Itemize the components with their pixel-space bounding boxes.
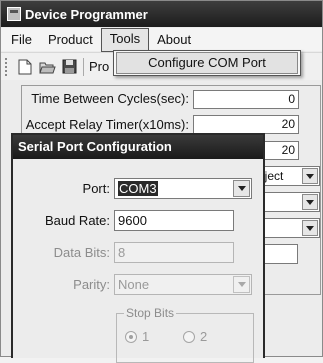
parity-value: None	[118, 277, 150, 292]
accept-relay-timer-field[interactable]: 20	[193, 115, 299, 134]
port-label: Port:	[82, 181, 110, 196]
main-window: Device Programmer File Product Tools Abo…	[0, 0, 323, 363]
port-chevron-down-icon[interactable]	[233, 180, 250, 197]
accept-relay-timer-label: Accept Relay Timer(x10ms):	[25, 117, 189, 132]
menu-bar: File Product Tools About	[1, 27, 322, 52]
stop-bits-1-label: 1	[142, 329, 150, 344]
time-between-cycles-field[interactable]: 0	[193, 90, 299, 109]
app-icon	[7, 7, 21, 21]
menu-file[interactable]: File	[3, 29, 40, 51]
stop-bits-1-radio[interactable]	[125, 331, 137, 343]
tools-dropdown-menu: Configure COM Port	[113, 50, 301, 76]
save-icon[interactable]	[58, 56, 80, 78]
data-bits-label: Data Bits:	[53, 245, 110, 260]
window-title: Device Programmer	[25, 6, 148, 22]
menu-product[interactable]: Product	[40, 29, 101, 51]
menu-item-configure-com-port[interactable]: Configure COM Port	[116, 52, 298, 74]
open-folder-icon[interactable]	[36, 56, 58, 78]
parity-chevron-down-icon	[233, 276, 250, 293]
stop-bits-2-label: 2	[200, 329, 208, 344]
menu-tools[interactable]: Tools	[100, 27, 150, 52]
time-between-cycles-label: Time Between Cycles(sec):	[31, 91, 189, 106]
reject-combo-chevron-down-icon[interactable]	[302, 168, 318, 184]
stop-bits-2-radio[interactable]	[183, 331, 195, 343]
menu-about[interactable]: About	[149, 29, 199, 51]
stop-bits-legend: Stop Bits	[124, 306, 177, 320]
toolbar-product-label[interactable]: Pro	[89, 59, 109, 74]
parity-label: Parity:	[73, 277, 110, 292]
combo-3-chevron-down-icon[interactable]	[302, 220, 318, 236]
toolbar-separator	[83, 57, 84, 76]
title-bar[interactable]: Device Programmer	[1, 1, 322, 27]
stop-bits-group: Stop Bits 1 2	[116, 306, 254, 363]
baud-rate-field[interactable]: 9600	[114, 210, 234, 231]
parity-combo: None	[114, 274, 252, 295]
toolbar-grip[interactable]	[5, 57, 10, 76]
combo-2-chevron-down-icon[interactable]	[302, 194, 318, 210]
serial-port-dialog: Serial Port Configuration Port: COM3 Bau…	[11, 133, 265, 363]
port-value: COM3	[118, 181, 158, 196]
port-combo[interactable]: COM3	[114, 178, 252, 199]
data-bits-field: 8	[114, 242, 234, 263]
baud-rate-label: Baud Rate:	[44, 213, 110, 228]
new-file-icon[interactable]	[14, 56, 36, 78]
dialog-title-bar[interactable]: Serial Port Configuration	[13, 135, 263, 159]
